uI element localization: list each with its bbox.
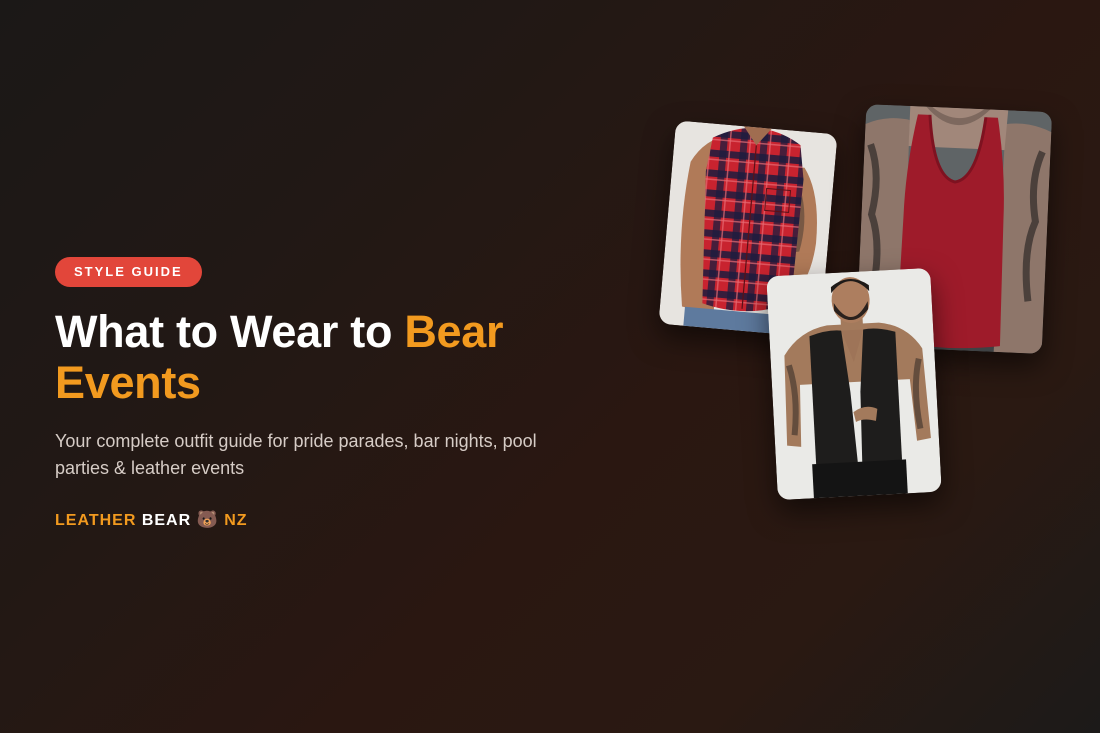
- brand-logo: LEATHER BEAR 🐻 NZ: [55, 510, 575, 530]
- page-title: What to Wear to Bear Events: [55, 306, 575, 408]
- style-guide-badge: STYLE GUIDE: [55, 257, 202, 287]
- page-subtitle: Your complete outfit guide for pride par…: [55, 431, 537, 478]
- brand-word-leather: LEATHER: [55, 512, 137, 529]
- bear-emoji-icon: 🐻: [196, 510, 219, 529]
- leather-vest-image: [766, 267, 942, 501]
- hero-content: STYLE GUIDE What to Wear to Bear Events …: [55, 257, 575, 530]
- brand-word-bear: BEAR: [141, 512, 192, 529]
- brand-word-nz: NZ: [224, 512, 248, 529]
- title-text: What to Wear to: [55, 306, 405, 357]
- leather-vest-photo: [766, 267, 942, 501]
